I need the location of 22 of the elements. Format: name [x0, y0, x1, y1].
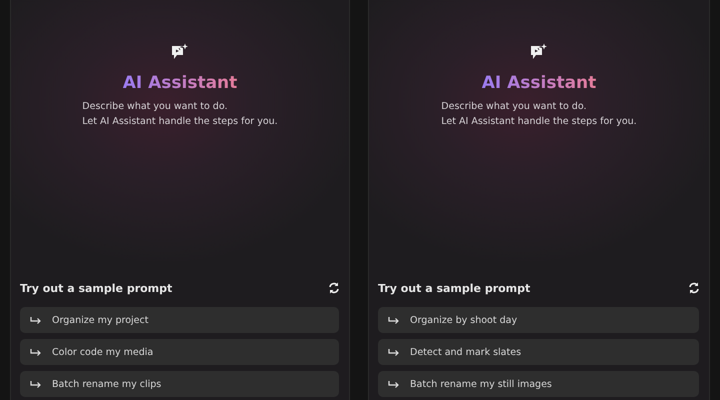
sample-prompt-button[interactable]: Organize by shoot day [378, 307, 699, 333]
description-text: Let AI Assistant handle the steps for you. [441, 115, 637, 129]
return-arrow-icon [30, 348, 42, 356]
description-text: Let AI Assistant handle the steps for you. [82, 115, 278, 129]
section-heading: Try out a sample prompt [378, 282, 530, 294]
sample-prompt-button[interactable]: Batch rename my clips [20, 371, 339, 397]
chat-sparkle-icon [171, 43, 189, 61]
refresh-icon[interactable] [328, 282, 340, 294]
chat-sparkle-icon [530, 43, 548, 61]
return-arrow-icon [30, 316, 42, 324]
description-text: Describe what you want to do. [441, 100, 588, 114]
return-arrow-icon [388, 316, 400, 324]
section-heading: Try out a sample prompt [20, 282, 172, 294]
sample-prompt-button[interactable]: Detect and mark slates [378, 339, 699, 365]
refresh-icon[interactable] [688, 282, 700, 294]
return-arrow-icon [30, 380, 42, 388]
sample-prompt-button[interactable]: Organize my project [20, 307, 339, 333]
description-text: Describe what you want to do. [82, 100, 228, 114]
return-arrow-icon [388, 380, 400, 388]
return-arrow-icon [388, 348, 400, 356]
sample-prompt-button[interactable]: Color code my media [20, 339, 339, 365]
sample-prompt-button[interactable]: Batch rename my still images [378, 371, 699, 397]
